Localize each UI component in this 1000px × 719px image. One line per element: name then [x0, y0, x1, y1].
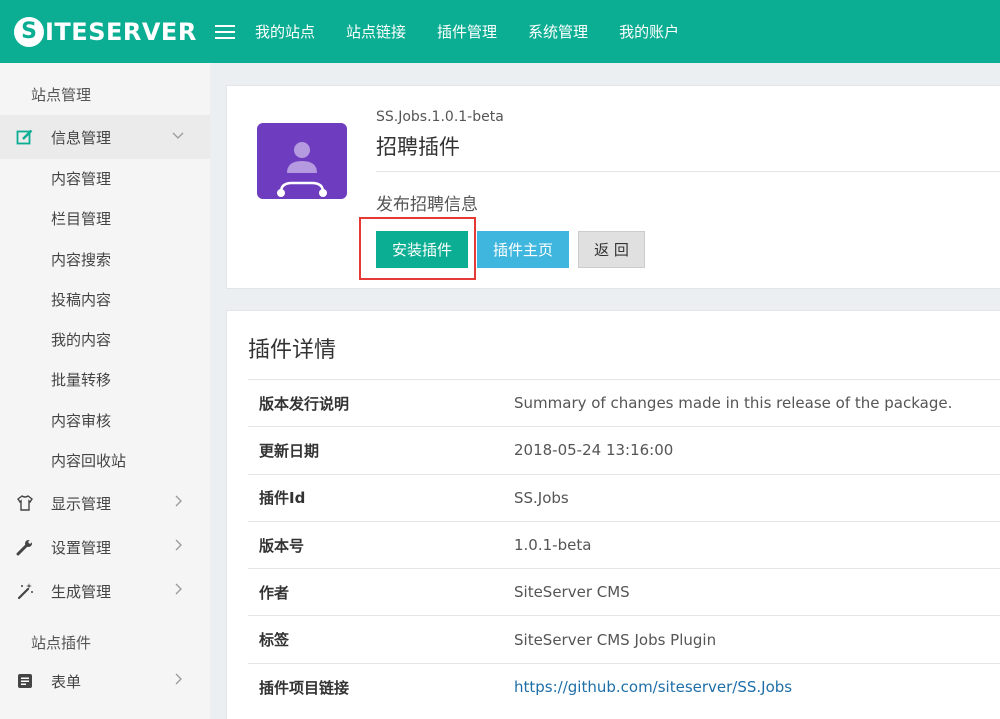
sidebar-item-form[interactable]: 表单	[0, 659, 210, 703]
nav-my-sites[interactable]: 我的站点	[255, 21, 315, 42]
row-label: 作者	[248, 568, 503, 616]
sidebar-heading-plugins: 站点插件	[31, 634, 92, 653]
row-label: 插件项目链接	[248, 662, 503, 711]
nav-my-account[interactable]: 我的账户	[619, 21, 679, 42]
nav-site-links[interactable]: 站点链接	[346, 21, 406, 42]
sidebar-heading-site: 站点管理	[31, 86, 92, 104]
row-value: SiteServer CMS	[503, 568, 1000, 616]
table-row: 标签 SiteServer CMS Jobs Plugin	[248, 615, 1000, 664]
sidebar-item-info-management[interactable]: 信息管理	[0, 115, 210, 159]
table-row: 版本发行说明 Summary of changes made in this r…	[248, 378, 1000, 427]
row-value: 1.0.1-beta	[503, 520, 1000, 569]
table-row: 作者 SiteServer CMS	[248, 568, 1000, 616]
table-row: 插件项目链接 https://github.com/siteserver/SS.…	[248, 662, 1000, 711]
sidebar-sub-recycle-bin[interactable]: 内容回收站	[0, 441, 210, 481]
magic-wand-icon	[15, 581, 35, 601]
logo-text: ITESERVER	[45, 17, 197, 46]
sidebar-item-display-management[interactable]: 显示管理	[0, 481, 210, 525]
tshirt-icon	[15, 493, 35, 513]
nav-plugin-management[interactable]: 插件管理	[437, 21, 497, 42]
nav-system-management[interactable]: 系统管理	[528, 21, 588, 42]
plugin-header-card: SS.Jobs.1.0.1-beta 招聘插件 发布招聘信息 安装插件 插件主页…	[226, 85, 1000, 289]
table-row: 版本号 1.0.1-beta	[248, 520, 1000, 569]
top-navbar: S ITESERVER 我的站点 站点链接 插件管理 系统管理 我的账户	[0, 0, 1000, 63]
siteserver-logo[interactable]: S ITESERVER	[14, 0, 204, 63]
install-plugin-button[interactable]: 安装插件	[376, 231, 468, 268]
sidebar-sub-content-search[interactable]: 内容搜索	[0, 240, 210, 280]
row-value: 2018-05-24 13:16:00	[503, 426, 1000, 475]
plugin-details-card: 插件详情 版本发行说明 Summary of changes made in t…	[226, 310, 1000, 719]
chevron-right-icon	[175, 583, 182, 595]
sidebar-item-settings-management[interactable]: 设置管理	[0, 525, 210, 569]
form-icon	[15, 671, 35, 691]
chevron-right-icon	[175, 539, 182, 551]
table-row: 插件Id SS.Jobs	[248, 473, 1000, 522]
divider	[376, 171, 1000, 172]
row-label: 插件Id	[248, 473, 503, 522]
chevron-right-icon	[175, 495, 182, 507]
row-label: 版本号	[248, 520, 503, 569]
sidebar-sub-channel-management[interactable]: 栏目管理	[0, 199, 210, 239]
wrench-icon	[15, 537, 35, 557]
row-value: SiteServer CMS Jobs Plugin	[503, 615, 1000, 664]
row-label: 标签	[248, 615, 503, 664]
plugin-homepage-button[interactable]: 插件主页	[477, 231, 569, 268]
sidebar-sub-batch-transfer[interactable]: 批量转移	[0, 360, 210, 400]
sidebar-item-label: 表单	[51, 672, 82, 691]
logo-letter: S	[14, 16, 44, 47]
sidebar: 站点管理 信息管理 内容管理 栏目管理 内容搜索 投稿内容 我的内容 批量转移 …	[0, 63, 210, 719]
menu-toggle-icon[interactable]	[215, 24, 235, 39]
chevron-right-icon	[175, 673, 182, 685]
row-value: SS.Jobs	[503, 473, 1000, 522]
sidebar-item-label: 生成管理	[51, 582, 112, 601]
top-nav: 我的站点 站点链接 插件管理 系统管理 我的账户	[255, 21, 710, 42]
sidebar-sub-content-review[interactable]: 内容审核	[0, 401, 210, 441]
plugin-title: 招聘插件	[376, 135, 460, 159]
chevron-down-icon	[172, 132, 184, 139]
sidebar-item-label: 显示管理	[51, 494, 112, 513]
edit-icon	[15, 127, 35, 147]
row-value: Summary of changes made in this release …	[503, 378, 1000, 427]
row-label: 更新日期	[248, 426, 503, 475]
details-title: 插件详情	[248, 338, 337, 363]
sidebar-item-label: 设置管理	[51, 538, 112, 557]
back-button[interactable]: 返 回	[578, 231, 645, 268]
plugin-description: 发布招聘信息	[376, 195, 478, 215]
sidebar-sub-content-management[interactable]: 内容管理	[0, 159, 210, 199]
project-link[interactable]: https://github.com/siteserver/SS.Jobs	[514, 678, 792, 696]
table-row: 更新日期 2018-05-24 13:16:00	[248, 426, 1000, 475]
sidebar-item-label: 信息管理	[51, 128, 112, 147]
sidebar-sub-my-content[interactable]: 我的内容	[0, 320, 210, 360]
plugin-id-version: SS.Jobs.1.0.1-beta	[376, 109, 504, 125]
sidebar-item-generate-management[interactable]: 生成管理	[0, 569, 210, 613]
sidebar-sub-submitted-content[interactable]: 投稿内容	[0, 280, 210, 320]
details-table: 版本发行说明 Summary of changes made in this r…	[248, 378, 1000, 711]
plugin-user-icon	[257, 123, 347, 199]
row-label: 版本发行说明	[248, 378, 503, 427]
